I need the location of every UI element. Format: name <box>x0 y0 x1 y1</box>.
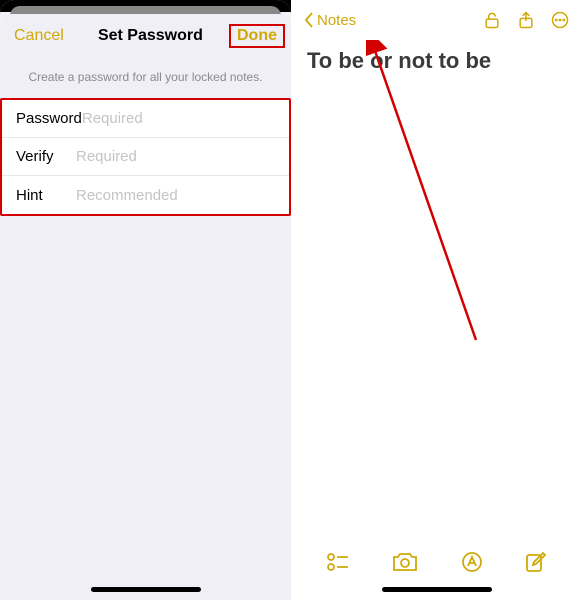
done-highlight: Done <box>229 24 285 48</box>
password-label: Password <box>16 110 82 127</box>
hint-label: Hint <box>16 187 76 204</box>
password-input[interactable] <box>82 110 281 127</box>
done-button[interactable]: Done <box>237 27 277 45</box>
annotation-arrow <box>366 40 486 350</box>
modal-sheet: Cancel Set Password Done Create a passwo… <box>0 14 291 600</box>
camera-icon[interactable] <box>392 551 418 573</box>
top-bar: Notes <box>291 0 582 40</box>
subtitle-text: Create a password for all your locked no… <box>0 58 291 98</box>
set-password-screen: Cancel Set Password Done Create a passwo… <box>0 0 291 600</box>
more-icon[interactable] <box>550 10 570 30</box>
note-title[interactable]: To be or not to be <box>291 40 582 82</box>
hint-row: Hint <box>2 176 289 214</box>
nav-title: Set Password <box>98 27 203 45</box>
home-indicator[interactable] <box>382 587 492 592</box>
back-button[interactable]: Notes <box>303 11 356 29</box>
nav-bar: Cancel Set Password Done <box>0 14 291 58</box>
home-indicator[interactable] <box>91 587 201 592</box>
unlock-icon[interactable] <box>482 10 502 30</box>
verify-row: Verify <box>2 138 289 176</box>
verify-input[interactable] <box>76 148 275 165</box>
verify-label: Verify <box>16 148 76 165</box>
note-detail-screen: Notes To be or not to be <box>291 0 582 600</box>
cancel-button[interactable]: Cancel <box>14 27 64 45</box>
hint-input[interactable] <box>76 187 275 204</box>
bottom-toolbar <box>291 542 582 582</box>
back-label: Notes <box>317 12 356 29</box>
compose-icon[interactable] <box>525 551 547 573</box>
password-row: Password <box>2 100 289 138</box>
top-icons <box>482 10 570 30</box>
draw-icon[interactable] <box>461 551 483 573</box>
chevron-left-icon <box>303 11 315 29</box>
password-form-highlight: Password Verify Hint <box>0 98 291 216</box>
checklist-icon[interactable] <box>326 551 350 573</box>
share-icon[interactable] <box>516 10 536 30</box>
